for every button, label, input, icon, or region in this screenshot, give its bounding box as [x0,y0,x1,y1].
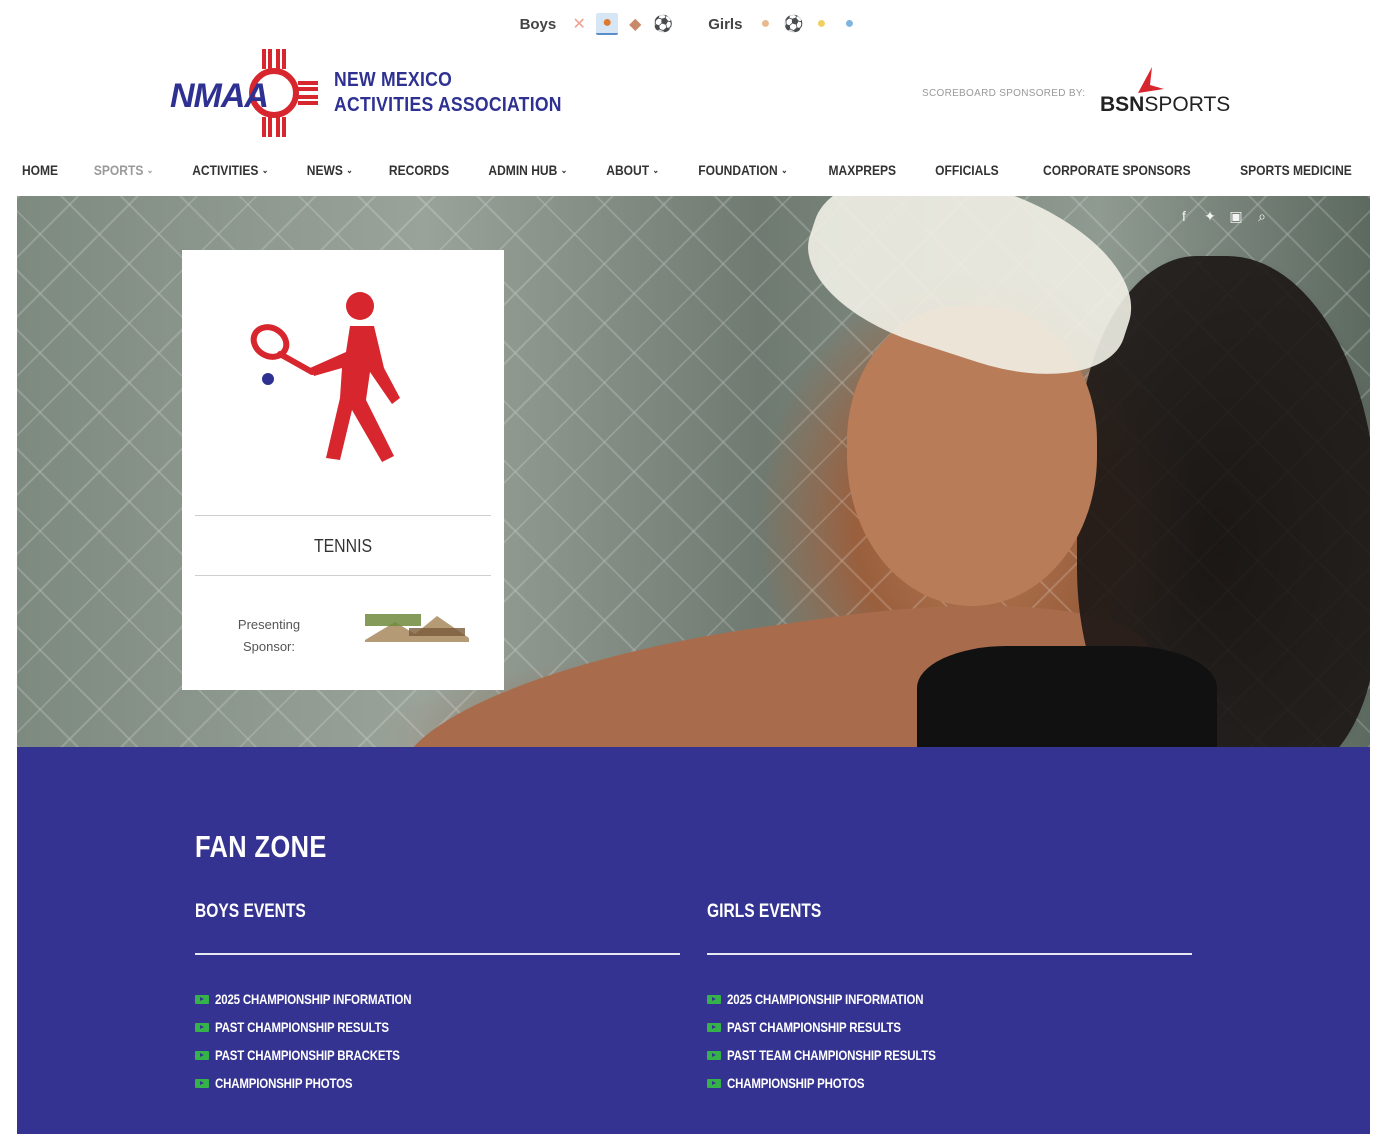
boys-event-link[interactable]: PAST CHAMPIONSHIP BRACKETS [195,1041,680,1069]
baseball-bats-icon[interactable]: ✕ [568,13,590,35]
fan-zone: FAN ZONE BOYS EVENTS 2025 CHAMPIONSHIP I… [17,747,1370,1134]
chevron-down-icon: ⌄ [261,164,269,175]
hero-banner: f ✦ ▣ ⌕ TENNIS Presenting Sponsor: [17,196,1370,747]
logo-name-line1: NEW MEXICO [334,69,453,91]
video-icon [707,1050,721,1060]
sports-selector-bar: Boys ✕ ● ◆ ⚽ Girls ● ⚽ ● ● [0,10,1380,38]
nav-item-corporate-sponsors[interactable]: CORPORATE SPONSORS [1031,158,1203,182]
basketball-icon[interactable]: ● [596,13,619,35]
chevron-down-icon: ⌄ [345,164,353,175]
twitter-icon[interactable]: ✦ [1202,208,1218,225]
chevron-down-icon: ⌄ [146,164,154,175]
nav-item-foundation[interactable]: FOUNDATION ⌄ [686,158,799,182]
hero-player-top [917,646,1217,747]
fan-zone-title: FAN ZONE [195,829,327,864]
search-icon[interactable]: ⌕ [1254,208,1270,225]
boys-events-divider [195,953,680,955]
volleyball-icon[interactable]: ● [754,13,776,35]
girls-events-column: GIRLS EVENTS 2025 CHAMPIONSHIP INFORMATI… [707,901,1192,1097]
football-icon[interactable]: ◆ [624,13,646,35]
video-icon [707,994,721,1004]
nav-item-about[interactable]: ABOUT ⌄ [594,158,671,182]
girls-event-link[interactable]: PAST TEAM CHAMPIONSHIP RESULTS [707,1041,1192,1069]
video-icon [195,1050,209,1060]
girls-event-link[interactable]: 2025 CHAMPIONSHIP INFORMATION [707,985,1192,1013]
nav-item-news[interactable]: NEWS ⌄ [294,158,364,182]
boys-events-list: 2025 CHAMPIONSHIP INFORMATION PAST CHAMP… [195,985,680,1097]
facebook-icon[interactable]: f [1176,208,1192,225]
presenting-sponsor-label: Presenting Sponsor: [237,617,301,654]
youtube-icon[interactable]: ▣ [1228,208,1244,225]
video-icon [195,1078,209,1088]
softball-icon[interactable]: ● [810,13,832,35]
video-icon [195,1022,209,1032]
nav-item-activities[interactable]: ACTIVITIES ⌄ [180,158,280,182]
nmaa-logo[interactable]: NMAA NEW MEXICO ACTIVITIES ASSOCIATION [168,47,593,139]
video-icon [707,1022,721,1032]
bsn-sports-logo[interactable]: BSNSPORTS [1100,67,1230,119]
bsn-name-bold: BSN [1100,93,1145,116]
nav-item-maxpreps[interactable]: MAXPREPS [816,158,908,182]
card-divider-bottom [195,575,491,576]
boys-label: Boys [519,15,557,33]
girls-event-link[interactable]: CHAMPIONSHIP PHOTOS [707,1069,1192,1097]
bsn-name-rest: SPORTS [1144,93,1231,116]
video-icon [195,994,209,1004]
tennis-ball-icon [262,373,274,385]
tennis-player-icon [242,288,442,478]
nav-item-officials[interactable]: OFFICIALS [923,158,1011,182]
site-header: NMAA NEW MEXICO ACTIVITIES ASSOCIATION S… [0,45,1380,145]
scoreboard-sponsor-label: SCOREBOARD SPONSORED BY: [922,88,1086,99]
girls-events-heading: GIRLS EVENTS [707,901,822,922]
logo-name-line2: ACTIVITIES ASSOCIATION [334,94,562,116]
nav-item-records[interactable]: RECORDS [377,158,461,182]
volleyball-blue-icon[interactable]: ● [838,13,860,35]
girls-event-link[interactable]: PAST CHAMPIONSHIP RESULTS [707,1013,1192,1041]
boys-events-heading: BOYS EVENTS [195,901,306,922]
card-divider-top [195,515,491,516]
presenting-sponsor-logo[interactable] [365,612,469,646]
logo-name: NEW MEXICO ACTIVITIES ASSOCIATION [334,68,562,118]
soccer-ball-icon[interactable]: ⚽ [782,13,804,35]
soccer-ball-icon[interactable]: ⚽ [652,13,674,35]
sport-name: TENNIS [313,536,373,556]
main-nav: HOME SPORTS ⌄ ACTIVITIES ⌄ NEWS ⌄ RECORDS A… [0,158,1380,182]
chevron-down-icon: ⌄ [560,164,568,175]
sport-card: TENNIS Presenting Sponsor: [182,250,504,690]
boys-events-column: BOYS EVENTS 2025 CHAMPIONSHIP INFORMATIO… [195,901,680,1097]
nav-item-sports-medicine[interactable]: SPORTS MEDICINE [1228,158,1364,182]
chevron-down-icon: ⌄ [652,164,659,175]
logo-abbreviation: NMAA [170,77,269,115]
boys-event-link[interactable]: PAST CHAMPIONSHIP RESULTS [195,1013,680,1041]
video-icon [707,1078,721,1088]
nav-item-sports[interactable]: SPORTS ⌄ [82,158,166,182]
boys-event-link[interactable]: CHAMPIONSHIP PHOTOS [195,1069,680,1097]
zia-logo-mark: NMAA [168,47,318,139]
nav-item-admin-hub[interactable]: ADMIN HUB ⌄ [477,158,580,182]
boys-event-link[interactable]: 2025 CHAMPIONSHIP INFORMATION [195,985,680,1013]
nav-item-home[interactable]: HOME [10,158,70,182]
chevron-down-icon: ⌄ [781,164,788,175]
girls-events-divider [707,953,1192,955]
social-links: f ✦ ▣ ⌕ [1176,208,1270,225]
girls-events-list: 2025 CHAMPIONSHIP INFORMATION PAST CHAMP… [707,985,1192,1097]
girls-label: Girls [708,15,743,33]
